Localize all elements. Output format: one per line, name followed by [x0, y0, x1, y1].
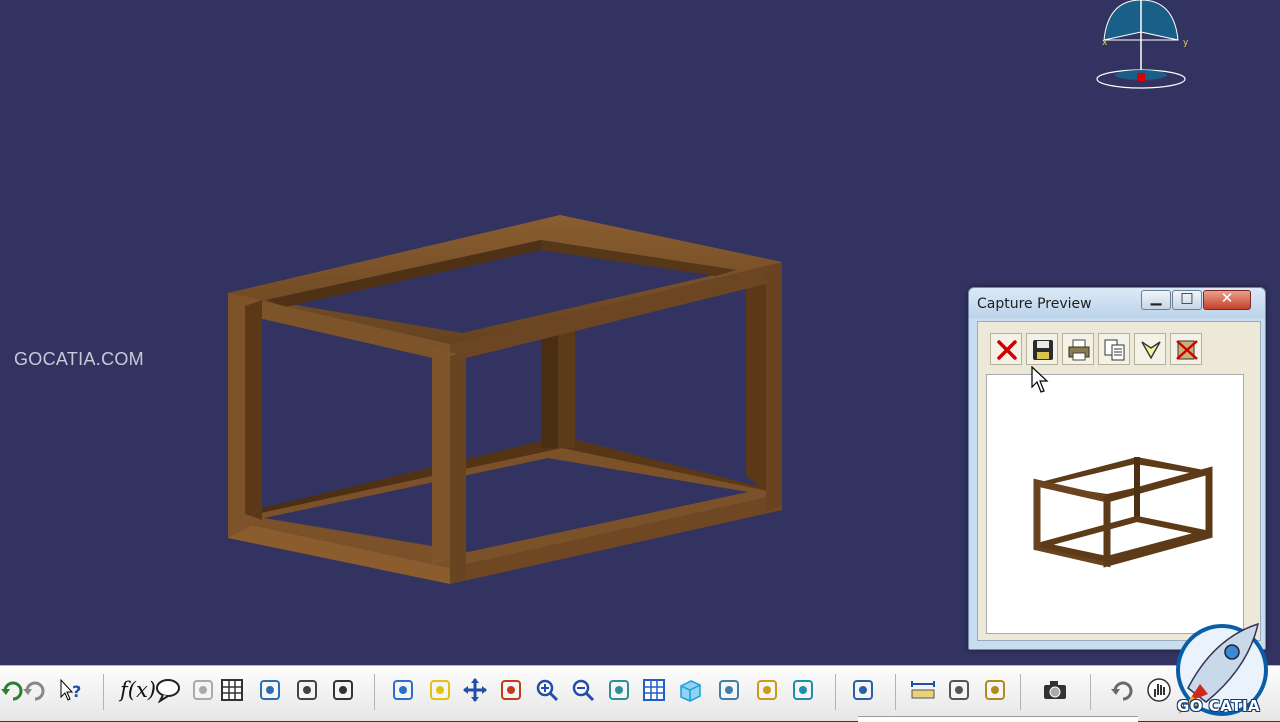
print-button[interactable]	[1062, 333, 1094, 365]
compass-icon[interactable]: x y	[1086, 0, 1196, 95]
toolbar-separator	[895, 674, 896, 710]
svg-text:x: x	[1102, 38, 1108, 48]
tree-icon[interactable]	[257, 677, 283, 703]
svg-text:y: y	[1183, 38, 1189, 48]
minimize-icon: ▁	[1150, 290, 1162, 306]
whats-this-icon[interactable]: ?	[58, 677, 84, 703]
maximize-icon: □	[1180, 290, 1194, 306]
formula-icon[interactable]: f(x)	[120, 678, 156, 702]
swap-space-icon[interactable]	[790, 677, 816, 703]
zoom-in-icon[interactable]	[534, 677, 560, 703]
fly-mode-icon[interactable]	[390, 677, 416, 703]
bottom-toolbar: ? f(x)	[0, 665, 1280, 722]
delete-button[interactable]	[990, 333, 1022, 365]
window-client-area	[977, 321, 1261, 641]
pan-icon[interactable]	[462, 677, 488, 703]
capture-icon[interactable]	[1042, 677, 1068, 703]
multi-view-icon[interactable]	[641, 677, 667, 703]
select-mode-icon	[1141, 341, 1161, 360]
close-button[interactable]: ✕	[1203, 289, 1251, 310]
save-button[interactable]	[1026, 333, 1058, 365]
toolbar-separator	[1020, 674, 1021, 710]
redo-icon[interactable]	[22, 677, 48, 703]
maximize-button[interactable]: □	[1172, 290, 1202, 310]
capture-preview-window[interactable]: Capture Preview ▁ □ ✕	[968, 287, 1266, 650]
delete-icon	[997, 340, 1017, 360]
measure-between-icon[interactable]	[910, 677, 936, 703]
refresh-icon[interactable]	[1110, 677, 1136, 703]
copy-button[interactable]	[1098, 333, 1130, 365]
no-album-button[interactable]	[1170, 333, 1202, 365]
measure-inertia-icon[interactable]	[982, 677, 1008, 703]
select-mode-button[interactable]	[1134, 333, 1166, 365]
window-titlebar[interactable]: Capture Preview ▁ □ ✕	[969, 288, 1265, 318]
logo-text: GO CATIA	[1177, 697, 1261, 715]
print-icon	[1068, 339, 1090, 361]
no-album-icon	[1176, 340, 1198, 360]
capture-image-canvas	[986, 374, 1244, 634]
cursor-hand-icon[interactable]	[1146, 677, 1172, 703]
iso-view-icon[interactable]	[677, 677, 703, 703]
fit-all-icon[interactable]	[427, 677, 453, 703]
measure-item-icon[interactable]	[946, 677, 972, 703]
status-input-line[interactable]	[858, 716, 1138, 722]
update-icon[interactable]	[850, 677, 876, 703]
zoom-out-icon[interactable]	[570, 677, 596, 703]
toolbar-separator	[1090, 674, 1091, 710]
normal-view-icon[interactable]	[606, 677, 632, 703]
comment-icon[interactable]	[155, 677, 181, 703]
render-style-icon[interactable]	[716, 677, 742, 703]
table-icon[interactable]	[219, 677, 245, 703]
rotate-icon[interactable]	[498, 677, 524, 703]
close-icon: ✕	[1220, 289, 1234, 307]
captured-frame-thumbnail	[1033, 457, 1213, 568]
save-icon	[1033, 340, 1053, 360]
hide-show-icon[interactable]	[754, 677, 780, 703]
disabled-icon[interactable]	[190, 677, 216, 703]
toolbar-separator	[835, 674, 836, 710]
minimize-button[interactable]: ▁	[1141, 290, 1171, 310]
toolbar-separator	[103, 674, 104, 710]
window-title: Capture Preview	[977, 296, 1092, 312]
svg-text:?: ?	[72, 682, 81, 701]
mouse-cursor-icon	[1031, 366, 1049, 393]
lock-icon[interactable]	[294, 677, 320, 703]
toolbar-separator	[374, 674, 375, 710]
macro-icon[interactable]	[330, 677, 356, 703]
copy-icon	[1104, 339, 1125, 361]
